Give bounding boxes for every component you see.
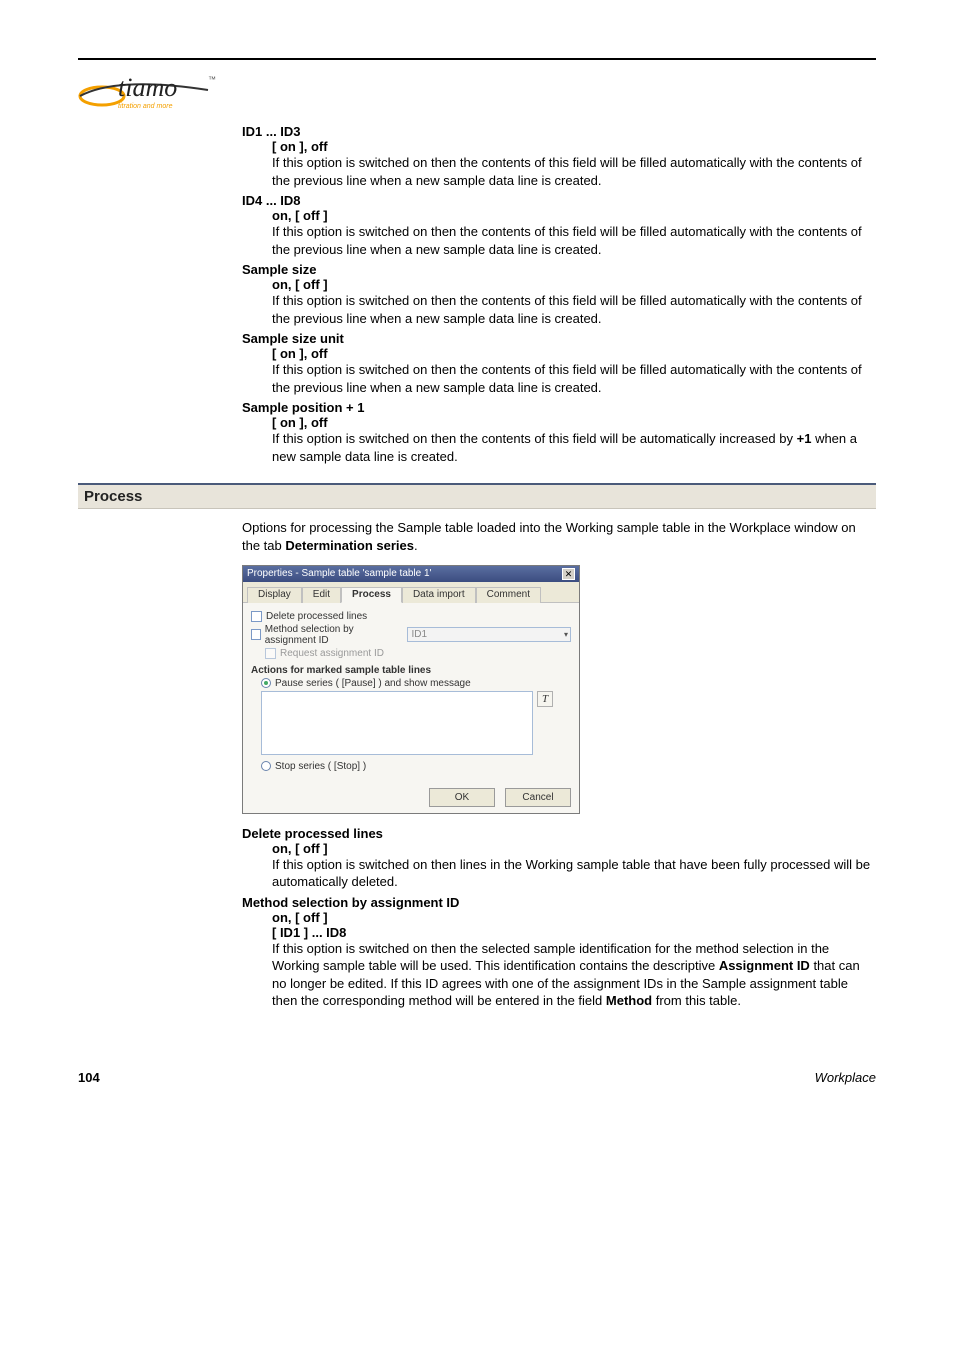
process-intro: Options for processing the Sample table … [242,519,876,554]
def-term-sample-size: Sample size [242,262,876,277]
italic-format-button[interactable]: T [537,691,553,707]
def-body-sample-position: If this option is switched on then the c… [272,430,876,465]
def-term-method-selection: Method selection by assignment ID [242,895,876,910]
checkbox-method-selection[interactable] [251,629,261,640]
page-number: 104 [78,1070,100,1085]
properties-dialog: Properties - Sample table 'sample table … [242,565,580,814]
pause-message-textarea[interactable] [261,691,533,755]
def-sub-sample-size-unit: [ on ], off [272,346,876,361]
logo-tm: ™ [208,75,216,84]
tab-data-import[interactable]: Data import [402,587,476,603]
dialog-title-text: Properties - Sample table 'sample table … [247,568,431,579]
def-body-method-selection: If this option is switched on then the s… [272,940,876,1010]
logo-text: tiamo [118,73,177,102]
def-body-bold: +1 [797,431,812,446]
tab-comment[interactable]: Comment [476,587,541,603]
process-intro-bold: Determination series [285,538,414,553]
def-sub2-method-selection: [ ID1 ] ... ID8 [272,925,876,940]
def-sub-delete-processed: on, [ off ] [272,841,876,856]
dropdown-value: ID1 [412,629,428,640]
checkbox-delete-processed[interactable] [251,611,262,622]
msel-bold2: Method [606,993,652,1008]
def-sub-id4-id8: on, [ off ] [272,208,876,223]
def-body-pre: If this option is switched on then the c… [272,431,797,446]
def-sub-id1-id3: [ on ], off [272,139,876,154]
def-body-id1-id3: If this option is switched on then the c… [272,154,876,189]
dialog-tabs: Display Edit Process Data import Comment [243,582,579,603]
def-sub-sample-position: [ on ], off [272,415,876,430]
tab-edit[interactable]: Edit [302,587,341,603]
checkbox-request-assignment [265,648,276,659]
ok-button[interactable]: OK [429,788,495,807]
radio-stop-series[interactable] [261,761,271,771]
msel-post: from this table. [652,993,741,1008]
def-term-sample-position: Sample position + 1 [242,400,876,415]
radio-dot-icon [264,681,268,685]
cancel-button[interactable]: Cancel [505,788,571,807]
radio-pause-series[interactable] [261,678,271,688]
top-rule [78,58,876,60]
close-icon[interactable]: ✕ [562,568,575,580]
page-footer: 104 Workplace [78,1070,876,1085]
logo-tagline: titration and more [118,103,173,110]
def-body-id4-id8: If this option is switched on then the c… [272,223,876,258]
dialog-body: Delete processed lines Method selection … [243,603,579,782]
def-term-id4-id8: ID4 ... ID8 [242,193,876,208]
checkbox-delete-label: Delete processed lines [266,611,367,622]
tab-process[interactable]: Process [341,587,402,603]
tab-display[interactable]: Display [247,587,302,603]
def-body-delete-processed: If this option is switched on then lines… [272,856,876,891]
def-sub-sample-size: on, [ off ] [272,277,876,292]
section-heading-process: Process [78,483,876,509]
tiamo-logo-svg: tiamo ™ titration and more [78,66,238,110]
def-term-delete-processed: Delete processed lines [242,826,876,841]
page-location: Workplace [815,1070,876,1085]
radio-stop-label: Stop series ( [Stop] ) [275,761,366,772]
checkbox-method-label: Method selection by assignment ID [265,624,399,646]
assignment-id-dropdown[interactable]: ID1 ▾ [407,627,571,642]
def-term-sample-size-unit: Sample size unit [242,331,876,346]
dialog-titlebar: Properties - Sample table 'sample table … [243,566,579,582]
def-sub-method-selection: on, [ off ] [272,910,876,925]
def-body-sample-size: If this option is switched on then the c… [272,292,876,327]
def-body-sample-size-unit: If this option is switched on then the c… [272,361,876,396]
process-intro-post: . [414,538,418,553]
chevron-down-icon: ▾ [564,630,568,639]
def-term-id1-id3: ID1 ... ID3 [242,124,876,139]
checkbox-request-label: Request assignment ID [280,648,384,659]
radio-pause-label: Pause series ( [Pause] ) and show messag… [275,678,471,689]
group-actions-label: Actions for marked sample table lines [251,665,571,676]
msel-bold1: Assignment ID [719,958,810,973]
brand-logo: tiamo ™ titration and more [78,66,876,110]
